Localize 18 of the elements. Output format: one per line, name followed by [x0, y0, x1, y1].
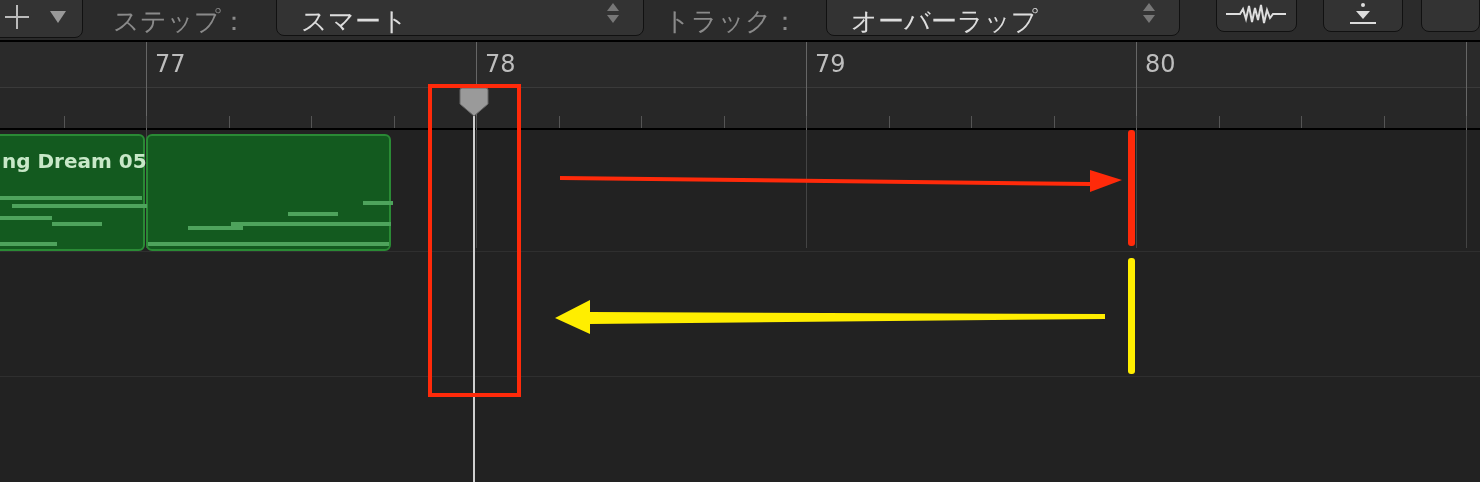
- waveform-icon: [1226, 3, 1287, 25]
- caret-icon: [49, 11, 66, 23]
- plus-icon: [5, 5, 29, 29]
- bar-number: 78: [485, 49, 516, 80]
- download-icon: [1347, 2, 1378, 26]
- midi-region[interactable]: ng Dream 05: [0, 134, 145, 251]
- playhead[interactable]: [459, 87, 489, 482]
- bar-number: 80: [1145, 49, 1176, 80]
- step-dropdown[interactable]: スマート: [275, 0, 644, 36]
- stepper-arrows-icon: [1143, 3, 1156, 25]
- region-name: ng Dream 05: [2, 148, 147, 175]
- bar-number: 77: [155, 49, 186, 80]
- bar-number: 79: [815, 49, 846, 80]
- step-label: ステップ：: [112, 5, 248, 38]
- track-dropdown[interactable]: オーバーラップ: [825, 0, 1181, 36]
- track-label: トラック：: [663, 5, 799, 38]
- midi-region[interactable]: [146, 134, 391, 251]
- stepper-arrows-icon: [606, 3, 619, 25]
